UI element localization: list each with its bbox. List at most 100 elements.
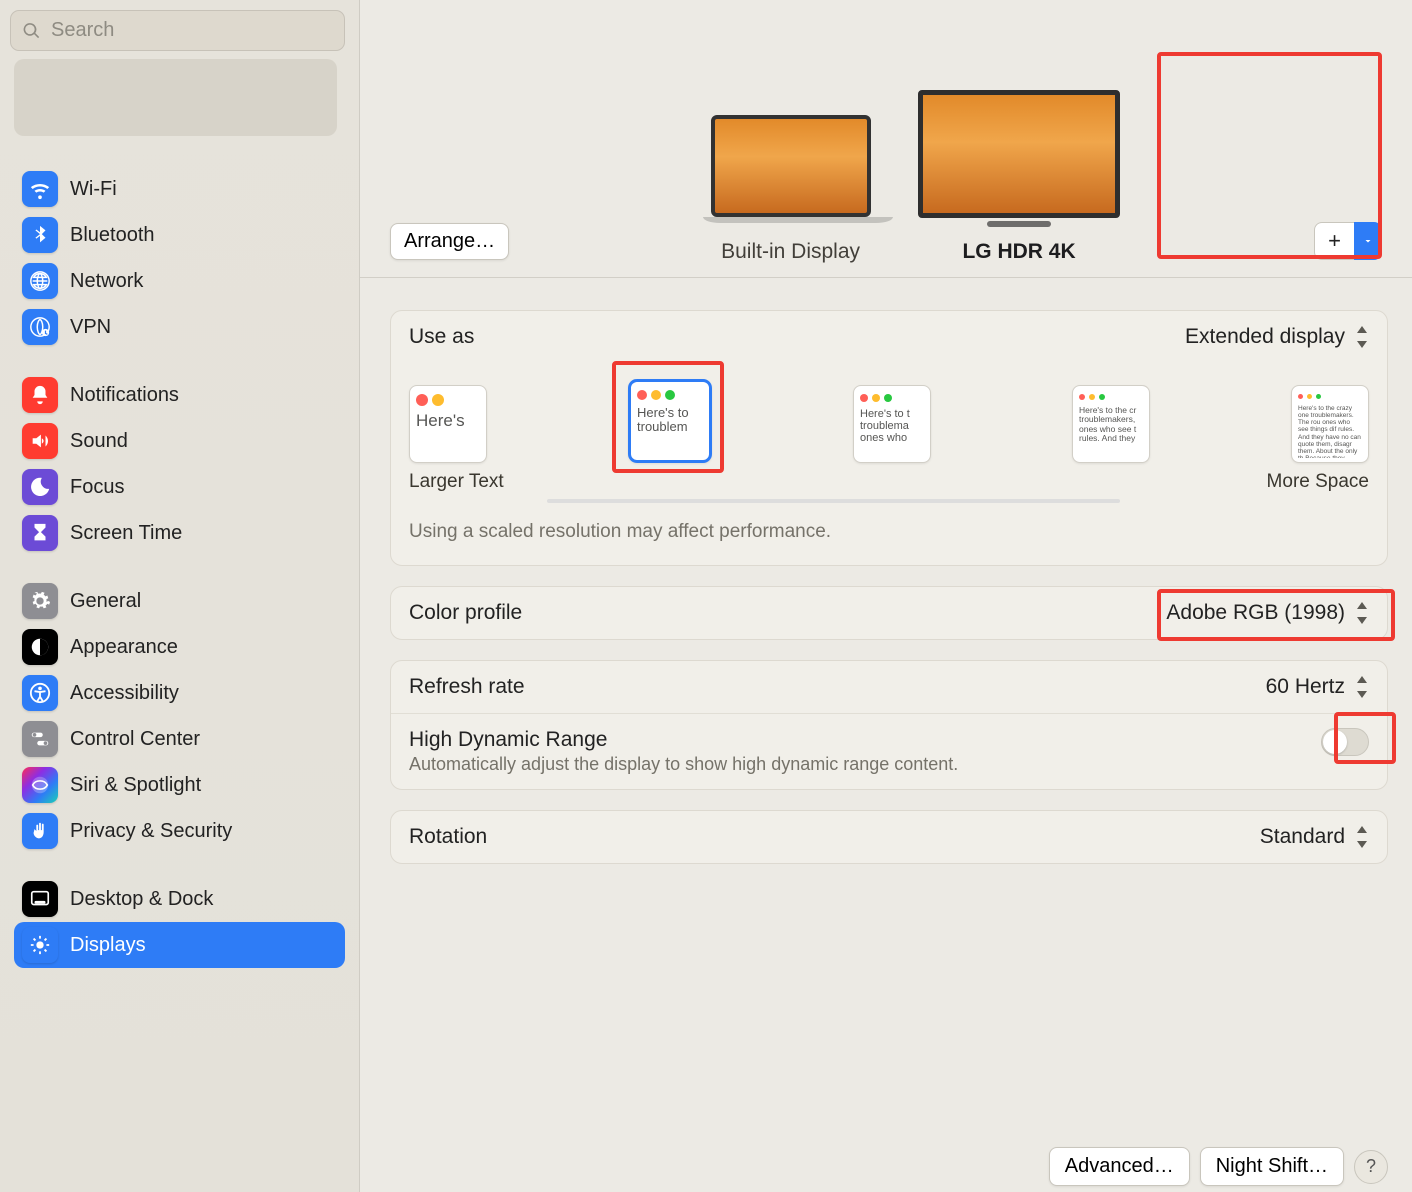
sidebar-item-appearance[interactable]: Appearance [14, 624, 345, 670]
sidebar-item-label: Appearance [70, 636, 178, 659]
resolution-tile-3[interactable]: Here's to t troublema ones who [853, 385, 931, 463]
sidebar-item-vpn[interactable]: VPN [14, 304, 345, 350]
resolution-tile-2[interactable]: Here's to troublem [628, 379, 712, 463]
night-shift-button[interactable]: Night Shift… [1200, 1147, 1344, 1186]
sidebar-item-label: Displays [70, 934, 146, 957]
sidebar-item-label: Control Center [70, 728, 200, 751]
stepper-icon [1355, 676, 1369, 698]
switches-icon [22, 721, 58, 757]
gear-icon [22, 583, 58, 619]
display-external[interactable]: LG HDR 4K [918, 90, 1120, 264]
sidebar-item-label: Notifications [70, 384, 179, 407]
content: Arrange… Built-in Display LG HDR 4K + [360, 0, 1412, 1192]
rotation-select[interactable]: Standard [1260, 825, 1369, 849]
bell-icon [22, 377, 58, 413]
search-icon [22, 21, 41, 40]
globe-badge-icon [22, 309, 58, 345]
siri-icon [22, 767, 58, 803]
color-profile-card: Color profile Adobe RGB (1998) [390, 586, 1388, 640]
use-as-value: Extended display [1185, 325, 1345, 349]
speaker-icon [22, 423, 58, 459]
add-display-menu[interactable] [1354, 222, 1382, 260]
sidebar: Wi-Fi Bluetooth Network VPN Notifications So… [0, 0, 360, 1192]
sidebar-item-label: Accessibility [70, 682, 179, 705]
search-field[interactable] [10, 10, 345, 51]
sidebar-item-displays[interactable]: Displays [14, 922, 345, 968]
display-builtin[interactable]: Built-in Display [703, 115, 878, 264]
sidebar-item-notifications[interactable]: Notifications [14, 372, 345, 418]
scaling-performance-note: Using a scaled resolution may affect per… [409, 517, 1369, 543]
resolution-tile-1[interactable]: Here's [409, 385, 487, 463]
moon-icon [22, 469, 58, 505]
larger-text-label: Larger Text [409, 471, 504, 493]
refresh-rate-select[interactable]: 60 Hertz [1266, 675, 1369, 699]
add-display-button[interactable]: + [1314, 222, 1354, 260]
sidebar-item-label: Network [70, 270, 143, 293]
sidebar-item-siri-spotlight[interactable]: Siri & Spotlight [14, 762, 345, 808]
sidebar-item-desktop-dock[interactable]: Desktop & Dock [14, 876, 345, 922]
sidebar-item-general[interactable]: General [14, 578, 345, 624]
more-space-label: More Space [1267, 471, 1369, 493]
sidebar-item-label: Siri & Spotlight [70, 774, 201, 797]
advanced-button[interactable]: Advanced… [1049, 1147, 1190, 1186]
sidebar-item-network[interactable]: Network [14, 258, 345, 304]
sidebar-item-label: Privacy & Security [70, 820, 232, 843]
dock-icon [22, 881, 58, 917]
sidebar-item-label: Screen Time [70, 522, 182, 545]
hdr-label: High Dynamic Range [409, 728, 958, 752]
sidebar-item-label: VPN [70, 316, 111, 339]
use-as-label: Use as [409, 325, 474, 349]
sun-icon [22, 927, 58, 963]
displays-header: Arrange… Built-in Display LG HDR 4K + [360, 0, 1412, 278]
sidebar-item-sound[interactable]: Sound [14, 418, 345, 464]
resolution-tile-4[interactable]: Here's to the cr troublemakers, ones who… [1072, 385, 1150, 463]
resolution-tile-5-text: Here's to the crazy one troublemakers. T… [1298, 405, 1362, 458]
sidebar-item-label: Bluetooth [70, 224, 155, 247]
sidebar-item-privacy-security[interactable]: Privacy & Security [14, 808, 345, 854]
sidebar-item-accessibility[interactable]: Accessibility [14, 670, 345, 716]
display-builtin-label: Built-in Display [721, 240, 860, 264]
hdr-sublabel: Automatically adjust the display to show… [409, 754, 958, 775]
resolution-tiles: Here's Here's to troublem Here's to t tr… [409, 379, 1369, 463]
color-profile-select[interactable]: Adobe RGB (1998) [1166, 601, 1369, 625]
wifi-icon [22, 171, 58, 207]
help-button[interactable]: ? [1354, 1150, 1388, 1184]
refresh-rate-value: 60 Hertz [1266, 675, 1345, 699]
rotation-card: Rotation Standard [390, 810, 1388, 864]
search-input[interactable] [51, 19, 344, 42]
sidebar-item-screen-time[interactable]: Screen Time [14, 510, 345, 556]
refresh-rate-label: Refresh rate [409, 675, 525, 699]
hand-icon [22, 813, 58, 849]
arrange-button[interactable]: Arrange… [390, 223, 509, 260]
color-profile-label: Color profile [409, 601, 522, 625]
account-box[interactable] [14, 59, 337, 136]
sidebar-item-label: General [70, 590, 141, 613]
rotation-label: Rotation [409, 825, 487, 849]
color-profile-value: Adobe RGB (1998) [1166, 601, 1345, 625]
accessibility-icon [22, 675, 58, 711]
resolution-tile-4-text: Here's to the cr troublemakers, ones who… [1079, 406, 1143, 443]
hdr-toggle[interactable] [1321, 728, 1369, 756]
hourglass-icon [22, 515, 58, 551]
sidebar-item-label: Desktop & Dock [70, 888, 213, 911]
appearance-icon [22, 629, 58, 665]
sidebar-item-control-center[interactable]: Control Center [14, 716, 345, 762]
sidebar-item-label: Wi-Fi [70, 178, 117, 201]
resolution-tile-3-text: Here's to t troublema ones who [860, 408, 924, 444]
resolution-slider-track [547, 499, 1120, 503]
stepper-icon [1355, 326, 1369, 348]
sidebar-item-bluetooth[interactable]: Bluetooth [14, 212, 345, 258]
refresh-hdr-card: Refresh rate 60 Hertz High Dynamic Range… [390, 660, 1388, 790]
bluetooth-icon [22, 217, 58, 253]
resolution-tile-5[interactable]: Here's to the crazy one troublemakers. T… [1291, 385, 1369, 463]
chevron-down-icon [1362, 235, 1374, 247]
sidebar-item-focus[interactable]: Focus [14, 464, 345, 510]
stepper-icon [1355, 602, 1369, 624]
use-as-select[interactable]: Extended display [1185, 325, 1369, 349]
monitor-thumbnail [918, 90, 1120, 230]
rotation-value: Standard [1260, 825, 1345, 849]
globe-icon [22, 263, 58, 299]
sidebar-item-label: Focus [70, 476, 124, 499]
sidebar-item-wi-fi[interactable]: Wi-Fi [14, 166, 345, 212]
resolution-tile-2-text: Here's to troublem [637, 406, 703, 435]
